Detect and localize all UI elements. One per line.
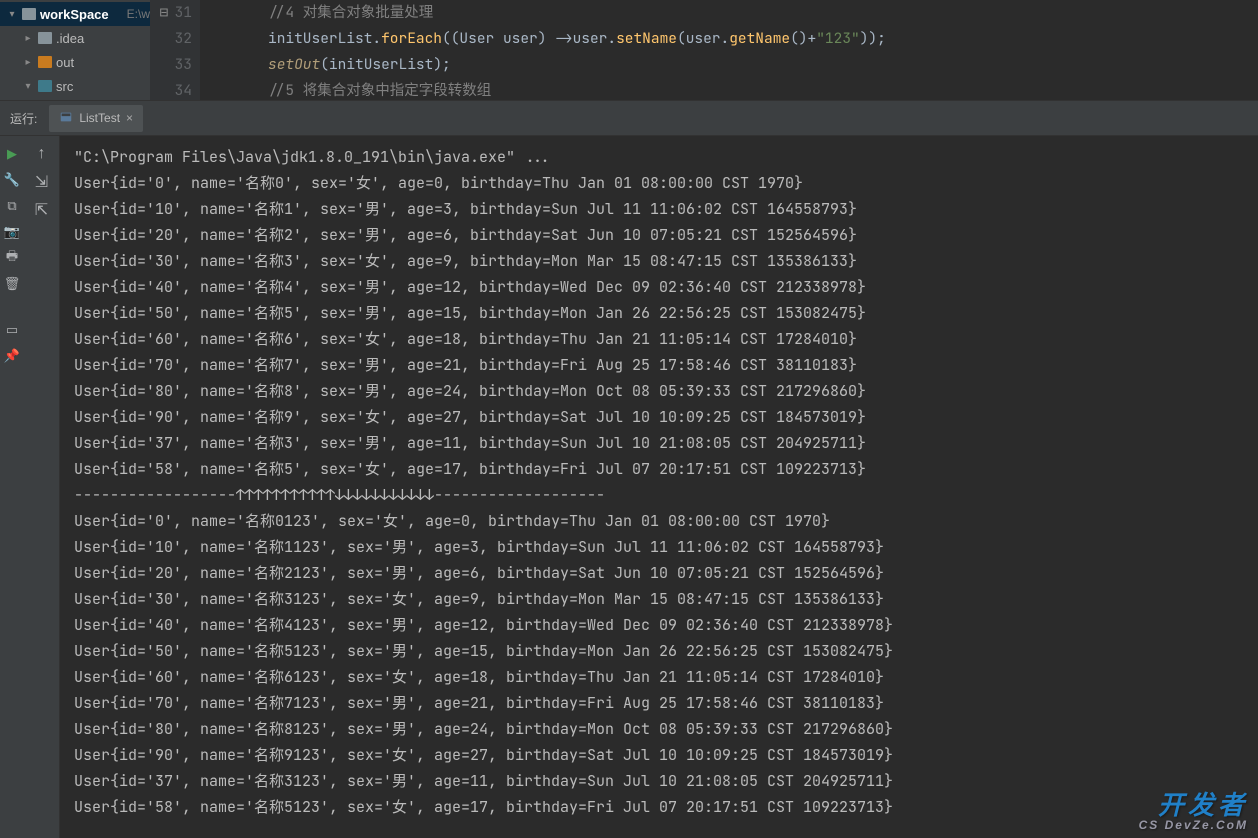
folder-icon	[38, 80, 52, 92]
run-tool-label: 运行:	[6, 110, 41, 127]
project-path: E:\w	[127, 7, 150, 21]
folder-icon	[22, 8, 36, 20]
project-tree-item[interactable]: ▸ .idea	[0, 26, 150, 50]
close-icon[interactable]: ×	[126, 111, 133, 125]
run-tab-label: ListTest	[79, 111, 120, 125]
run-icon	[59, 110, 73, 127]
project-name: workSpace	[40, 7, 119, 22]
up-arrow-icon[interactable]: ↑	[33, 146, 51, 162]
tree-item-label: out	[56, 55, 150, 70]
wrench-icon[interactable]: 🔧	[4, 172, 20, 188]
camera-icon[interactable]: 📷	[4, 224, 20, 240]
trash-icon[interactable]: 🗑	[4, 276, 20, 292]
expand-arrow-icon[interactable]: ▾	[6, 8, 18, 20]
run-config-tab[interactable]: ListTest ×	[49, 105, 143, 132]
console-output[interactable]: "C:\Program Files\Java\jdk1.8.0_191\bin\…	[60, 136, 1258, 838]
layout-icon[interactable]: ⧉	[4, 198, 20, 214]
gutter-line-number[interactable]: 33	[156, 52, 192, 78]
tree-item-label: .idea	[56, 31, 150, 46]
gutter-line-number[interactable]: 32	[156, 26, 192, 52]
gutter-line-number[interactable]: ⊟31	[156, 0, 192, 26]
project-tree-item[interactable]: ▸ out	[0, 50, 150, 74]
code-line[interactable]: initUserList.forEach((User user) ->user.…	[268, 26, 1258, 52]
console-actions-strip: ↑ ⇲ ⇱	[24, 136, 60, 838]
expand-arrow-icon[interactable]: ▾	[22, 80, 34, 92]
run-tab-bar: 运行: ListTest ×	[0, 100, 1258, 136]
editor-code[interactable]: //4 对集合对象批量处理initUserList.forEach((User …	[200, 0, 1258, 100]
print-icon[interactable]: 🖶	[4, 250, 20, 266]
pin-icon[interactable]: 📌	[4, 348, 20, 364]
code-line[interactable]: setOut(initUserList);	[268, 52, 1258, 78]
structure-icon[interactable]: ▭	[4, 322, 20, 338]
expand-arrow-icon[interactable]: ▸	[22, 32, 34, 44]
code-line[interactable]: //4 对集合对象批量处理	[268, 0, 1258, 26]
project-tree[interactable]: ▾ workSpace E:\w ▸ .idea ▸ out ▾ src	[0, 0, 150, 100]
top-area: ▾ workSpace E:\w ▸ .idea ▸ out ▾ src ⊟3132333…	[0, 0, 1258, 100]
folder-icon	[38, 32, 52, 44]
editor[interactable]: ⊟31323334 //4 对集合对象批量处理initUserList.forE…	[150, 0, 1258, 100]
expand-icon[interactable]: ⇱	[33, 202, 51, 218]
run-actions-strip: ▶ 🔧 ⧉ 📷 🖶 🗑 ▭ 📌	[0, 136, 24, 838]
collapse-icon[interactable]: ⇲	[33, 174, 51, 190]
expand-arrow-icon[interactable]: ▸	[22, 56, 34, 68]
run-icon[interactable]: ▶	[4, 146, 20, 162]
project-tree-item[interactable]: ▾ src	[0, 74, 150, 98]
project-tree-root[interactable]: ▾ workSpace E:\w	[0, 2, 150, 26]
run-tool-window: ▶ 🔧 ⧉ 📷 🖶 🗑 ▭ 📌 ↑ ⇲ ⇱ "C:\Program Files\…	[0, 136, 1258, 838]
editor-gutter[interactable]: ⊟31323334	[150, 0, 200, 100]
tree-item-label: src	[56, 79, 150, 94]
folder-icon	[38, 56, 52, 68]
